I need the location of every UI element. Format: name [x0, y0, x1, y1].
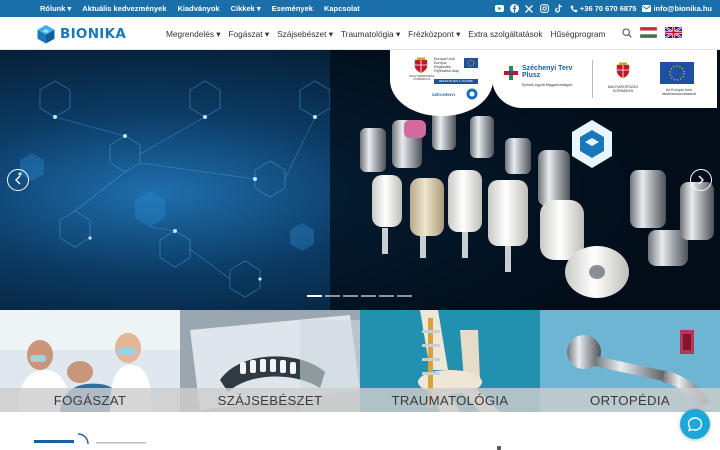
decorative-mark — [497, 446, 501, 450]
top-link-cikkek[interactable]: Cikkek ▾ — [231, 4, 261, 13]
category-label: FOGÁSZAT — [0, 388, 180, 412]
menu-item-traumatologia[interactable]: Traumatológia ▾ — [341, 29, 400, 39]
hungarian-flag-icon[interactable] — [640, 27, 657, 38]
eu-line: Európai Regionális — [434, 61, 451, 70]
slider-dots — [307, 295, 412, 297]
main-menu: Megrendelés ▾ Fogászat ▾ Szájsebészet ▾ … — [166, 17, 605, 50]
eu-flag-icon — [464, 58, 478, 68]
hungary-coat-of-arms-icon — [616, 62, 630, 79]
slider-dot[interactable] — [397, 295, 412, 297]
menu-item-extra[interactable]: Extra szolgáltatások — [468, 29, 542, 39]
menu-item-frezkozpont[interactable]: Frézközpont ▾ — [408, 29, 460, 39]
szechenyi-plus-subtitle: Építsük együtt Magyarországot! — [522, 83, 573, 87]
bottom-section — [0, 412, 720, 450]
slider-next-button[interactable] — [690, 169, 712, 191]
top-link-kapcsolat[interactable]: Kapcsolat — [324, 4, 360, 13]
top-link-kedvezmenyek[interactable]: Aktuális kedvezmények — [82, 4, 166, 13]
top-link-rolunk[interactable]: Rólunk ▾ — [40, 4, 71, 13]
menu-label: Szájsebészet — [277, 28, 327, 39]
phone-contact[interactable]: +36 70 670 6875 — [570, 4, 637, 13]
top-link-label: Rólunk — [40, 4, 66, 13]
eu-caption: Az Európai Unió társfinanszírozásával — [662, 88, 696, 97]
nav-icons — [622, 27, 682, 38]
chevron-right-icon — [698, 175, 704, 185]
menu-item-fogaszat[interactable]: Fogászat ▾ — [228, 29, 269, 39]
hungary-coat-of-arms-icon — [414, 57, 428, 73]
slider-dot[interactable] — [307, 295, 322, 297]
slider-prev-button[interactable] — [7, 169, 29, 191]
eu-fund-text: Európai Unió Európai Regionális Fejleszt… — [434, 57, 462, 74]
email-address: info@bionika.hu — [653, 4, 712, 13]
szechenyi-label: SZÉCHENYI — [432, 92, 455, 97]
tiktok-icon[interactable] — [555, 4, 564, 13]
chat-button[interactable] — [680, 409, 710, 439]
category-szajsebeszet[interactable]: SZÁJSEBÉSZET — [180, 310, 360, 412]
top-links: Rólunk ▾ Aktuális kedvezmények Kiadványo… — [40, 0, 360, 17]
category-ortopedia[interactable]: ORTOPÉDIA — [540, 310, 720, 412]
email-contact[interactable]: info@bionika.hu — [642, 4, 712, 13]
facebook-icon[interactable] — [509, 4, 519, 13]
top-link-kiadvanyok[interactable]: Kiadványok — [178, 4, 220, 13]
slider-dot[interactable] — [361, 295, 376, 297]
instagram-icon[interactable] — [540, 4, 549, 13]
szechenyi-plus-title: Széchenyi Terv Plusz — [522, 65, 573, 80]
category-traumatologia[interactable]: TRAUMATOLÓGIA — [360, 310, 540, 412]
top-bar: Rólunk ▾ Aktuális kedvezmények Kiadványo… — [0, 0, 720, 17]
eu-line: Fejlesztési Alap — [434, 69, 459, 74]
x-icon[interactable] — [525, 4, 534, 13]
menu-label: Traumatológia — [340, 28, 394, 39]
menu-item-megrendeles[interactable]: Megrendelés ▾ — [166, 29, 220, 39]
hero-slider: MAGYARORSZÁG KORMÁNYA Európai Unió Európ… — [0, 50, 720, 310]
main-navigation: BIONIKA Megrendelés ▾ Fogászat ▾ Szájseb… — [0, 17, 720, 50]
phone-number: +36 70 670 6875 — [579, 4, 637, 13]
top-link-esemenyek[interactable]: Események — [272, 4, 313, 13]
logo-text: BIONIKA — [60, 26, 127, 42]
category-label: SZÁJSEBÉSZET — [180, 388, 360, 412]
category-tiles: FOGÁSZAT SZÁJSEBÉSZET TRAUMATOLÓGIA ORTO… — [0, 310, 720, 412]
menu-label: Megrendelés — [166, 28, 214, 39]
szechenyi-plus-icon — [504, 66, 518, 80]
logo[interactable]: BIONIKA — [36, 24, 126, 44]
uk-flag-icon[interactable] — [665, 27, 682, 38]
category-fogaszat[interactable]: FOGÁSZAT — [0, 310, 180, 412]
gov-caption: MAGYARORSZÁG KORMÁNYA — [409, 74, 435, 82]
menu-label: Fogászat — [228, 28, 263, 39]
chat-bubble-icon — [687, 417, 703, 432]
szechenyi-2020-icon — [466, 88, 478, 100]
divider — [592, 60, 593, 98]
phone-icon — [570, 5, 578, 12]
eu-flag-icon — [660, 62, 694, 84]
slider-dot[interactable] — [343, 295, 358, 297]
menu-label: Frézközpont — [408, 28, 454, 39]
investment-caption: BEFEKTETÉS A JÖVŐBE — [434, 79, 478, 84]
chevron-left-icon — [15, 175, 21, 185]
top-right: +36 70 670 6875 info@bionika.hu — [494, 0, 712, 17]
slider-dot[interactable] — [379, 295, 394, 297]
search-icon[interactable] — [622, 27, 632, 38]
category-label: TRAUMATOLÓGIA — [360, 388, 540, 412]
top-link-label: Cikkek — [230, 4, 255, 13]
gov-caption: MAGYARORSZÁG KORMÁNYA — [607, 85, 639, 94]
menu-item-szajsebeszet[interactable]: Szájsebészet ▾ — [277, 29, 333, 39]
envelope-icon — [642, 5, 652, 12]
bionika-cube-icon — [37, 25, 55, 44]
menu-item-husegprogram[interactable]: Hűségprogram — [551, 29, 606, 39]
eu-badge-right[interactable]: Széchenyi Terv Plusz Építsük együtt Magy… — [492, 50, 717, 108]
slider-dot[interactable] — [325, 295, 340, 297]
szechenyi-banner-image — [34, 433, 146, 445]
youtube-icon[interactable] — [494, 4, 504, 13]
